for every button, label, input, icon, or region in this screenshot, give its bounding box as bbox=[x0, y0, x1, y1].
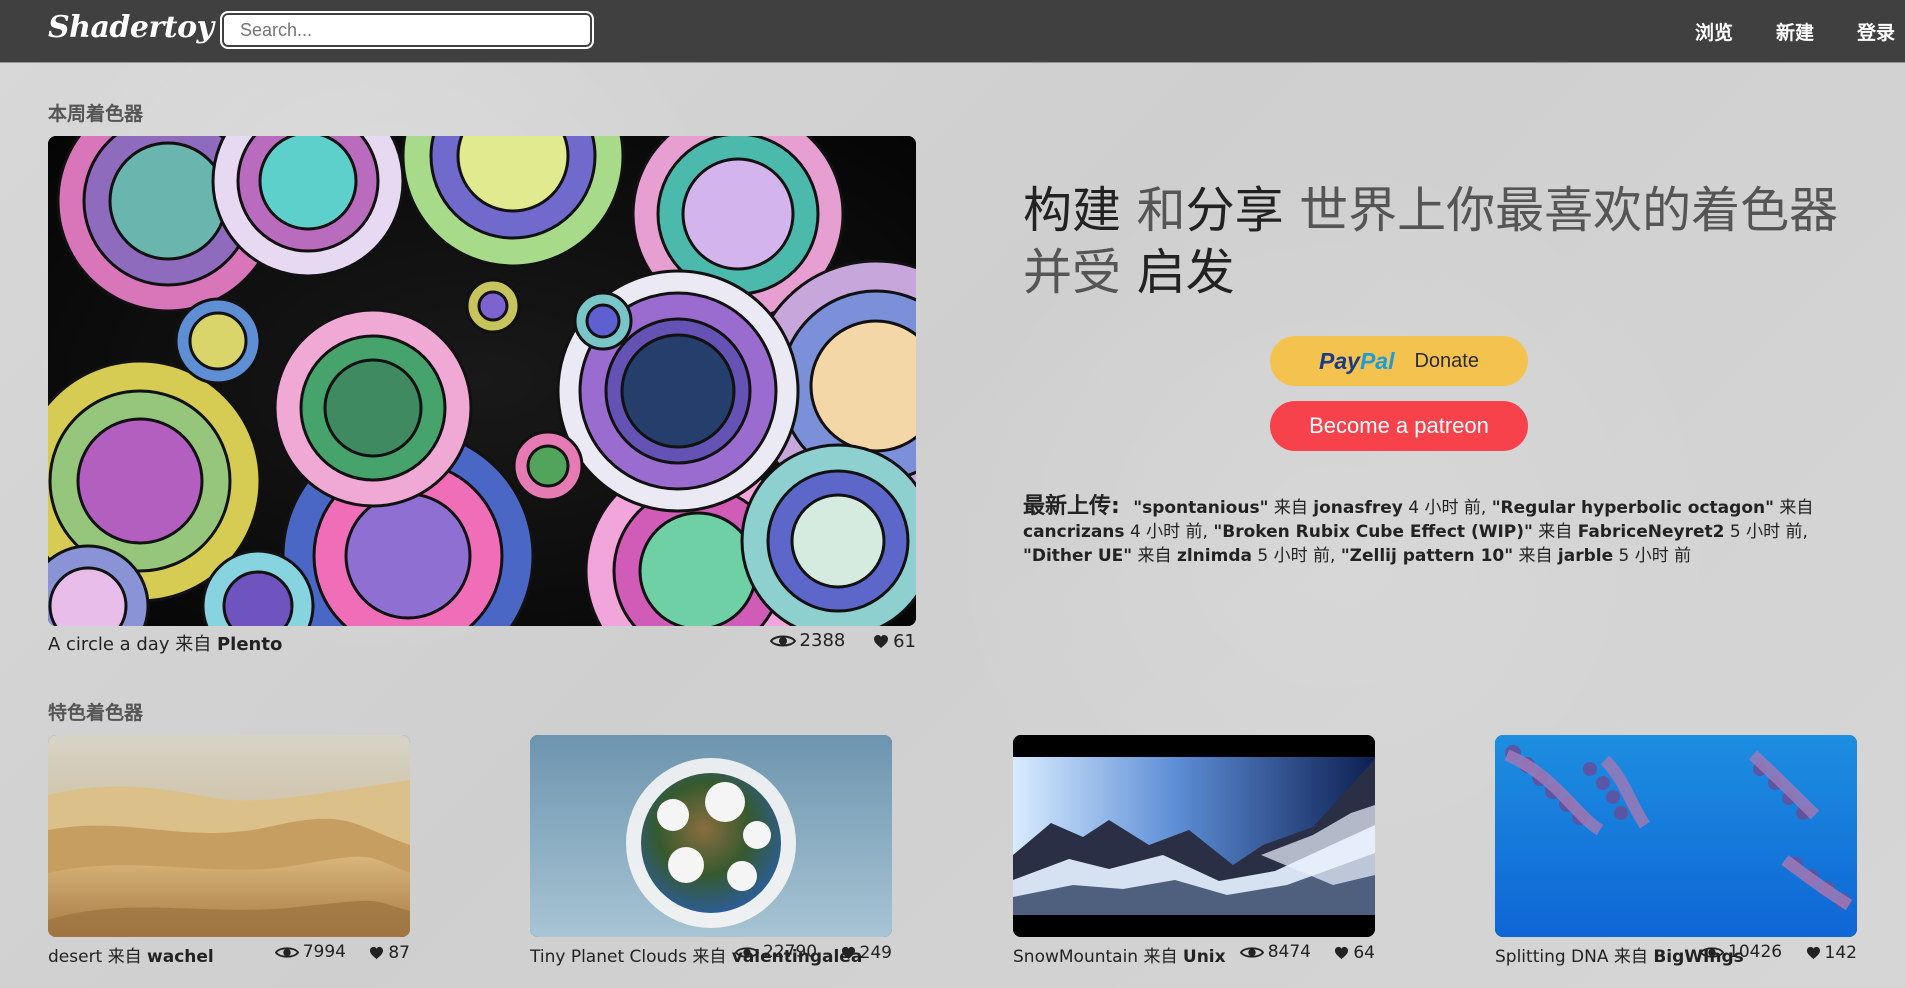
upload-item-3: "Broken Rubix Cube Effect (WIP)" 来自 Fabr… bbox=[1213, 522, 1808, 542]
featured-shader-meta-2: Tiny Planet Clouds 来自 valentingalea 2279… bbox=[530, 942, 892, 967]
upload-item-4: "Dither UE" 来自 zlnimda 5 小时 前, bbox=[1023, 546, 1336, 566]
weekly-shader-from-label: 来自 bbox=[175, 634, 212, 655]
featured-shader-stats-2: 22790 249 bbox=[717, 942, 892, 965]
featured-shader-caption-3: SnowMountain 来自 Unix bbox=[1013, 947, 1226, 967]
featured-shader-likes-3: 64 bbox=[1334, 943, 1375, 963]
heart-icon bbox=[1335, 946, 1349, 959]
latest-uploads: 最新上传: "spontanious" 来自 jonasfrey 4 小时 前,… bbox=[1023, 495, 1843, 568]
weekly-shader-like-count: 61 bbox=[893, 630, 916, 652]
featured-shader-views-4: 10426 bbox=[1700, 942, 1782, 962]
top-nav-links: 浏览 新建 登录 bbox=[1695, 18, 1895, 45]
tiny-planet-clouds-image bbox=[530, 735, 892, 937]
featured-shader-likes-4: 142 bbox=[1806, 943, 1857, 963]
hero-word-and: 和 bbox=[1136, 182, 1186, 239]
nav-browse-link[interactable]: 浏览 bbox=[1695, 18, 1733, 45]
eye-icon bbox=[1239, 946, 1264, 958]
featured-shader-meta-4: Splitting DNA 来自 BigWIngs 10426 142 bbox=[1495, 942, 1857, 967]
featured-shader-meta-3: SnowMountain 来自 Unix 8474 64 bbox=[1013, 942, 1375, 967]
weekly-shader-image bbox=[48, 136, 916, 626]
featured-shader-views-3: 8474 bbox=[1239, 942, 1311, 962]
top-navigation-bar: Shadertoy 浏览 新建 登录 bbox=[0, 0, 1905, 62]
hero-word-inspired: 启发 bbox=[1136, 244, 1235, 301]
paypal-donate-label: Donate bbox=[1414, 349, 1479, 372]
heart-icon bbox=[874, 634, 889, 648]
featured-shader-thumbnail-3[interactable] bbox=[1013, 735, 1375, 937]
featured-shader-author-3[interactable]: Unix bbox=[1183, 947, 1226, 967]
weekly-shader-views: 2388 bbox=[769, 630, 846, 651]
featured-shader-thumbnail-4[interactable] bbox=[1495, 735, 1857, 937]
hero-line1-rest: 世界上你最喜欢的着色器 bbox=[1283, 182, 1839, 239]
featured-shader-stats-4: 10426 142 bbox=[1682, 942, 1857, 965]
featured-shader-thumbnail-1[interactable] bbox=[48, 735, 410, 937]
nav-login-link[interactable]: 登录 bbox=[1857, 18, 1895, 45]
featured-shader-stats-3: 8474 64 bbox=[1222, 942, 1375, 965]
featured-shader-thumbnail-2[interactable] bbox=[530, 735, 892, 937]
heart-icon bbox=[370, 946, 384, 959]
upload-item-1: "spontanious" 来自 jonasfrey 4 小时 前, bbox=[1133, 498, 1487, 518]
upload-item-5: "Zellij pattern 10" 来自 jarble 5 小时 前 bbox=[1340, 546, 1692, 566]
become-patreon-button[interactable]: Become a patreon bbox=[1270, 401, 1528, 451]
snow-mountain-image bbox=[1013, 735, 1375, 937]
splitting-dna-image bbox=[1495, 735, 1857, 937]
featured-shader-author-1[interactable]: wachel bbox=[147, 947, 214, 967]
eye-icon bbox=[274, 946, 299, 958]
paypal-logo: PayPal bbox=[1319, 347, 1395, 374]
featured-shader-views-1: 7994 bbox=[274, 942, 346, 962]
featured-shader-caption-1: desert 来自 wachel bbox=[48, 947, 214, 967]
desert-shader-image bbox=[48, 735, 410, 937]
featured-shader-title-1[interactable]: desert bbox=[48, 947, 102, 967]
featured-shaders-section-title: 特色着色器 bbox=[48, 702, 144, 724]
weekly-shader-title[interactable]: A circle a day bbox=[48, 634, 170, 655]
hero-line2-start: 并受 bbox=[1023, 244, 1137, 301]
search-input[interactable] bbox=[220, 11, 594, 49]
hero-word-build: 构建 bbox=[1023, 182, 1137, 239]
weekly-shader-author[interactable]: Plento bbox=[217, 634, 282, 655]
eye-icon bbox=[1700, 946, 1725, 958]
hero-tagline: 构建 和分享 世界上你最喜欢的着色器 并受 启发 bbox=[1023, 180, 1853, 304]
latest-uploads-heading: 最新上传: bbox=[1023, 494, 1120, 519]
weekly-shader-thumbnail[interactable] bbox=[48, 136, 916, 626]
hero-word-share: 分享 bbox=[1185, 182, 1284, 239]
weekly-shader-caption: A circle a day 来自 Plento bbox=[48, 630, 282, 656]
eye-icon bbox=[735, 946, 760, 958]
featured-shader-likes-2: 249 bbox=[841, 943, 892, 963]
weekly-shader-likes: 61 bbox=[873, 631, 916, 652]
heart-icon bbox=[841, 946, 855, 959]
weekly-shader-view-count: 2388 bbox=[799, 630, 846, 651]
featured-shader-stats-1: 7994 87 bbox=[257, 942, 410, 965]
shadertoy-logo[interactable]: Shadertoy bbox=[48, 10, 214, 45]
heart-icon bbox=[1806, 946, 1820, 959]
weekly-shader-stats: 2388 61 bbox=[748, 630, 916, 654]
featured-shader-views-2: 22790 bbox=[735, 942, 817, 962]
eye-icon bbox=[769, 635, 796, 646]
featured-shader-meta-1: desert 来自 wachel 7994 87 bbox=[48, 942, 410, 967]
featured-shader-title-2[interactable]: Tiny Planet Clouds bbox=[530, 947, 687, 967]
nav-new-link[interactable]: 新建 bbox=[1776, 18, 1814, 45]
featured-shader-title-3[interactable]: SnowMountain bbox=[1013, 947, 1138, 967]
paypal-donate-button[interactable]: PayPal Donate bbox=[1270, 336, 1528, 386]
featured-shader-likes-1: 87 bbox=[369, 943, 410, 963]
featured-shader-title-4[interactable]: Splitting DNA bbox=[1495, 947, 1609, 967]
weekly-shader-section-title: 本周着色器 bbox=[48, 103, 144, 125]
